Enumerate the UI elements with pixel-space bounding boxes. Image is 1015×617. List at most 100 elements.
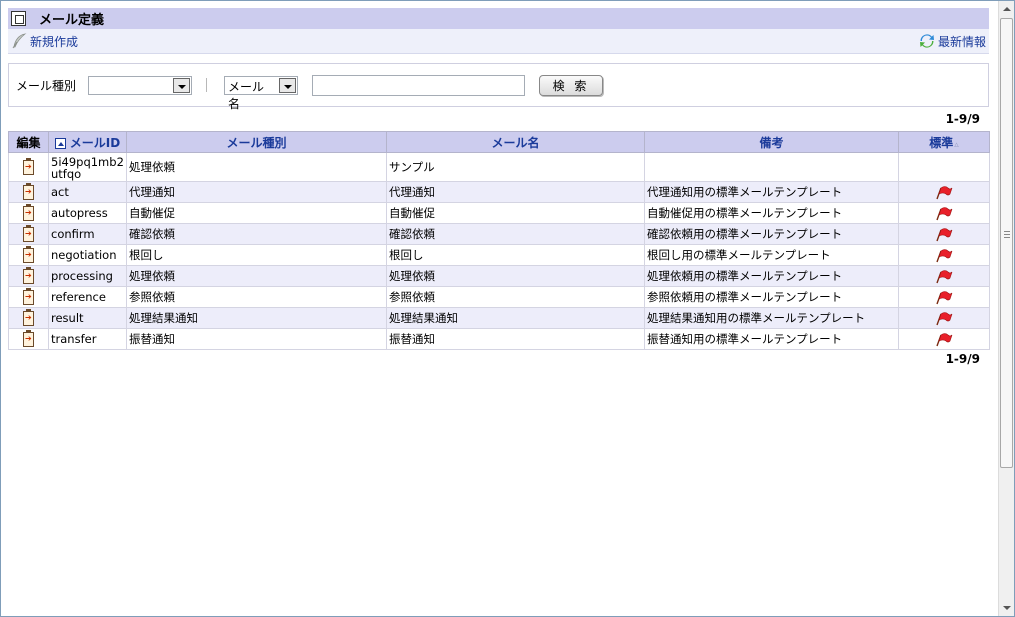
title-bar: メール定義	[8, 8, 989, 29]
standard-cell	[898, 181, 990, 203]
edit-cell	[8, 244, 49, 266]
edit-document-icon[interactable]	[23, 308, 34, 326]
mail-type-label: メール種別	[16, 78, 77, 93]
scroll-up-arrow-icon[interactable]	[1003, 7, 1011, 11]
standard-cell	[898, 152, 990, 182]
remarks-cell: 自動催促用の標準メールテンプレート	[644, 202, 899, 224]
mail-type-select[interactable]	[88, 75, 193, 95]
grip-icon	[1004, 231, 1010, 238]
mail-name-cell: 処理依頼	[386, 265, 645, 287]
red-flag-icon	[936, 269, 953, 283]
mail-name-cell: 確認依頼	[386, 223, 645, 245]
column-header-standard[interactable]: 標準▵	[898, 131, 990, 153]
table-row: 5i49pq1mb2utfqo処理依頼サンプル	[8, 152, 990, 182]
mail-type-cell: 根回し	[126, 244, 387, 266]
remarks-cell: 参照依頼用の標準メールテンプレート	[644, 286, 899, 308]
remarks-cell: 根回し用の標準メールテンプレート	[644, 244, 899, 266]
mail-type-cell: 処理依頼	[126, 265, 387, 287]
mail-name-cell: 根回し	[386, 244, 645, 266]
sort-ascending-icon[interactable]	[54, 137, 66, 149]
edit-document-icon[interactable]	[23, 224, 34, 242]
edit-document-icon[interactable]	[23, 287, 34, 305]
mail-name-cell: 自動催促	[386, 202, 645, 224]
feather-pen-icon	[12, 33, 27, 49]
mail-id-cell: 5i49pq1mb2utfqo	[48, 152, 127, 182]
red-flag-icon	[936, 185, 953, 199]
search-input[interactable]	[312, 74, 526, 96]
mail-name-cell: サンプル	[386, 152, 645, 182]
table-row: reference参照依頼参照依頼参照依頼用の標準メールテンプレート	[8, 286, 990, 308]
column-header-mail-name[interactable]: メール名	[386, 131, 645, 153]
window-icon	[11, 11, 26, 26]
standard-cell	[898, 307, 990, 329]
edit-document-icon[interactable]	[23, 157, 34, 175]
standard-cell	[898, 328, 990, 350]
edit-cell	[8, 265, 49, 287]
mail-id-cell: negotiation	[48, 244, 127, 266]
command-bar: 新規作成 最新情報	[8, 29, 989, 54]
edit-document-icon[interactable]	[23, 266, 34, 284]
red-flag-icon	[936, 227, 953, 241]
red-flag-icon	[936, 206, 953, 220]
mail-type-select-value	[89, 77, 172, 94]
mail-name-cell: 処理結果通知	[386, 307, 645, 329]
remarks-cell: 処理依頼用の標準メールテンプレート	[644, 265, 899, 287]
search-field-select[interactable]: メール名	[224, 75, 299, 111]
mail-id-cell: autopress	[48, 202, 127, 224]
table-header-row: 編集 メールID メール種別 メール名 備考 標準▵	[8, 131, 990, 153]
remarks-cell	[644, 152, 899, 182]
mail-type-cell: 処理依頼	[126, 152, 387, 182]
mail-id-cell: reference	[48, 286, 127, 308]
chevron-down-icon[interactable]	[173, 77, 191, 93]
mail-name-cell: 代理通知	[386, 181, 645, 203]
pager-top: 1-9/9	[945, 112, 980, 126]
refresh-button-label: 最新情報	[937, 34, 986, 49]
scroll-down-arrow-icon[interactable]	[1003, 606, 1011, 610]
mail-id-cell: act	[48, 181, 127, 203]
mail-id-cell: processing	[48, 265, 127, 287]
search-panel: メール種別 メール名 検 索	[8, 63, 989, 111]
column-header-standard-label: 標準	[929, 135, 954, 150]
scrollbar-thumb[interactable]	[1000, 18, 1013, 468]
edit-document-icon[interactable]	[23, 329, 34, 347]
search-button[interactable]: 検 索	[539, 74, 604, 96]
sort-indicator-icon: ▵	[954, 139, 959, 150]
edit-document-icon[interactable]	[23, 245, 34, 263]
refresh-button[interactable]: 最新情報	[919, 33, 986, 50]
table-row: negotiation根回し根回し根回し用の標準メールテンプレート	[8, 244, 990, 266]
edit-cell	[8, 152, 49, 182]
standard-cell	[898, 244, 990, 266]
new-button-label: 新規作成	[30, 34, 79, 49]
standard-cell	[898, 265, 990, 287]
column-header-edit: 編集	[8, 131, 49, 153]
pager-bottom: 1-9/9	[945, 352, 980, 366]
divider	[206, 78, 208, 92]
remarks-cell: 振替通知用の標準メールテンプレート	[644, 328, 899, 350]
table-row: processing処理依頼処理依頼処理依頼用の標準メールテンプレート	[8, 265, 990, 287]
red-flag-icon	[936, 248, 953, 262]
vertical-scrollbar[interactable]	[998, 1, 1014, 616]
mail-type-cell: 確認依頼	[126, 223, 387, 245]
standard-cell	[898, 223, 990, 245]
new-button[interactable]: 新規作成	[11, 33, 78, 50]
mail-id-cell: confirm	[48, 223, 127, 245]
edit-document-icon[interactable]	[23, 203, 34, 221]
page-title: メール定義	[39, 13, 105, 28]
standard-cell	[898, 286, 990, 308]
column-header-mail-type[interactable]: メール種別	[126, 131, 387, 153]
column-header-remarks[interactable]: 備考	[644, 131, 899, 153]
red-flag-icon	[936, 311, 953, 325]
table-row: autopress自動催促自動催促自動催促用の標準メールテンプレート	[8, 202, 990, 224]
search-field-select-value: メール名	[228, 79, 265, 111]
column-header-mail-id-label: メールID	[69, 135, 121, 150]
edit-document-icon[interactable]	[23, 182, 34, 200]
column-header-mail-id[interactable]: メールID	[48, 131, 127, 153]
chevron-down-icon[interactable]	[279, 77, 297, 93]
edit-cell	[8, 223, 49, 245]
remarks-cell: 確認依頼用の標準メールテンプレート	[644, 223, 899, 245]
edit-cell	[8, 286, 49, 308]
mail-type-cell: 参照依頼	[126, 286, 387, 308]
standard-cell	[898, 202, 990, 224]
mail-type-cell: 代理通知	[126, 181, 387, 203]
mail-definition-table: 編集 メールID メール種別 メール名 備考 標準▵ 5i49pq1mb2utf…	[8, 131, 990, 350]
